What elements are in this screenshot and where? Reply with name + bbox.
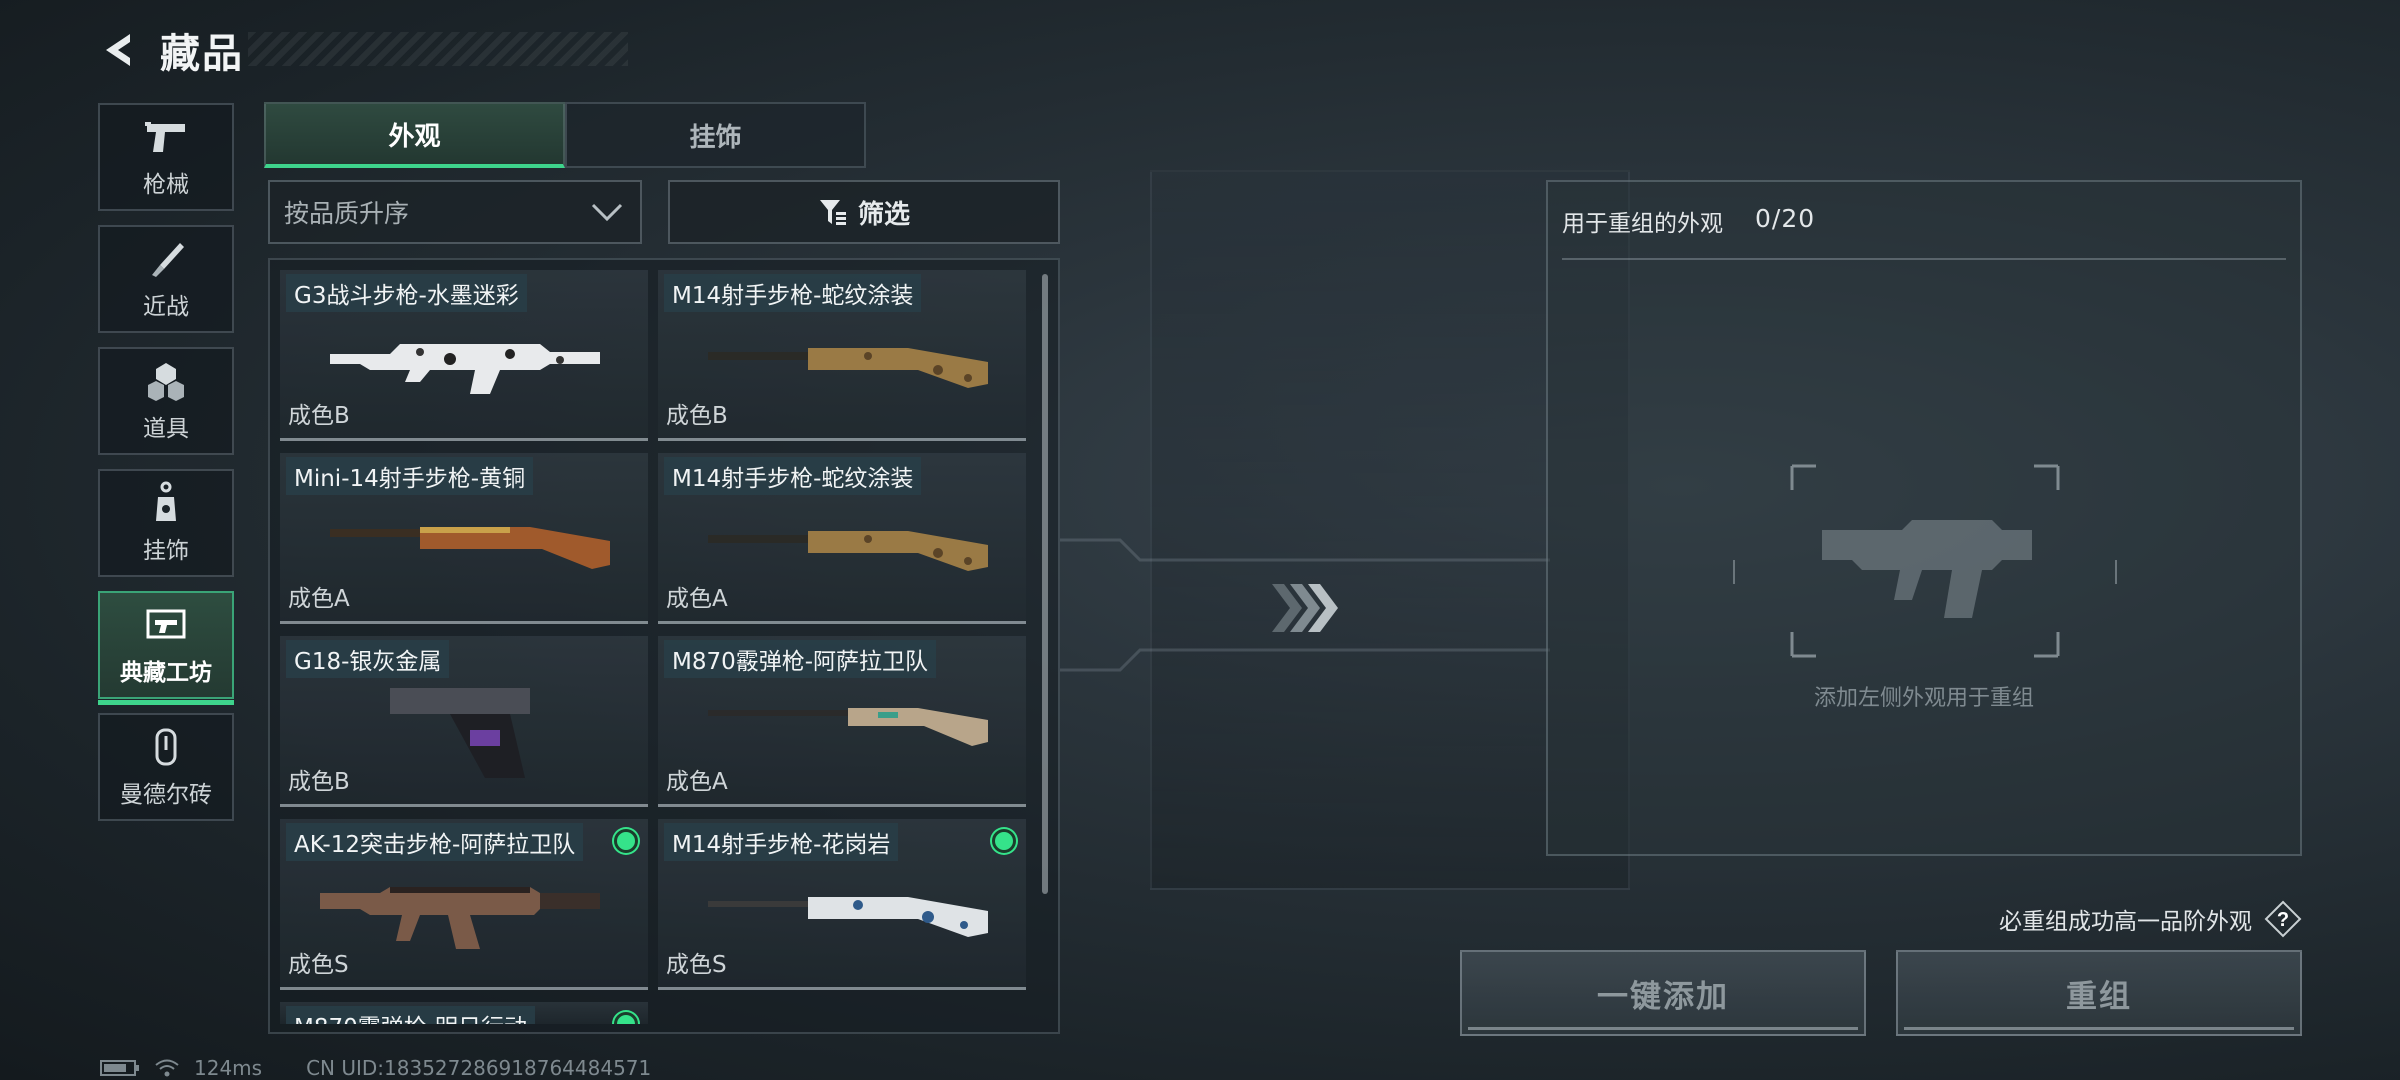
- sidebar-item-label: 典藏工坊: [120, 660, 212, 686]
- recombine-panel: 用于重组的外观 0/20 添加左侧外观用于重组: [1546, 180, 2302, 856]
- skin-grade: 成色S: [666, 952, 727, 978]
- sidebar-item-label: 挂饰: [143, 538, 189, 564]
- skin-grade: 成色A: [666, 586, 728, 612]
- sidebar-item-label: 曼德尔砖: [120, 782, 212, 808]
- recombine-placeholder-text: 添加左侧外观用于重组: [1813, 686, 2034, 711]
- pistol-silver-image: [390, 688, 530, 778]
- sidebar: 枪械 近战 道具 挂饰 典藏工坊 曼德尔砖: [98, 103, 234, 835]
- sort-dropdown[interactable]: 按品质升序: [268, 180, 642, 244]
- filter-label: 筛选: [857, 199, 910, 230]
- page-header: 藏品: [98, 22, 628, 78]
- mini14-brass-image: [330, 527, 610, 569]
- skin-grid: G3战斗步枪-水墨迷彩 成色B M14射手步枪-蛇纹涂装 成色B Mini-14…: [280, 270, 1030, 1024]
- skin-grid-panel: G3战斗步枪-水墨迷彩 成色B M14射手步枪-蛇纹涂装 成色B Mini-14…: [268, 258, 1060, 1034]
- skin-card[interactable]: M870霰弹枪-明日行动: [280, 1002, 648, 1024]
- page-title: 藏品: [160, 31, 244, 77]
- skin-grade: 成色A: [666, 769, 728, 795]
- skin-grade: 成色A: [288, 586, 350, 612]
- ak12-asara-image: [320, 887, 600, 949]
- guarantee-info: 必重组成功高一品阶外观 ?: [1999, 900, 2302, 938]
- skin-name: M870霰弹枪-明日行动: [286, 1006, 536, 1024]
- marksman-snake-image: [708, 531, 988, 571]
- marksman-snake-image: [708, 348, 988, 388]
- sidebar-item-label: 近战: [143, 294, 189, 320]
- back-button[interactable]: [98, 28, 142, 72]
- selected-indicator: [614, 829, 638, 853]
- recombine-button[interactable]: 重组: [1896, 950, 2302, 1036]
- svg-text:?: ?: [2277, 909, 2289, 931]
- ping-value: 124ms: [194, 1056, 263, 1080]
- shotgun-asara-image: [708, 708, 988, 746]
- rifle-ink-camo-image: [330, 344, 600, 394]
- chevron-down-icon: [591, 203, 623, 222]
- title-stripes: [248, 32, 628, 66]
- skin-card[interactable]: M14射手步枪-花岗岩 成色S: [658, 819, 1026, 990]
- selected-indicator: [992, 829, 1016, 853]
- workshop-icon: [146, 609, 186, 639]
- skin-grade: 成色B: [288, 403, 350, 429]
- skin-grade: 成色B: [666, 403, 728, 429]
- status-bar: 124ms CN UID:1835272869187644845​71: [100, 1056, 651, 1080]
- add-all-button[interactable]: 一键添加: [1460, 950, 1866, 1036]
- selected-indicator: [614, 1012, 638, 1024]
- wifi-icon: [155, 1059, 179, 1077]
- sidebar-item-workshop[interactable]: 典藏工坊: [98, 591, 234, 705]
- marksman-granite-image: [708, 897, 988, 937]
- sidebar-item-label: 道具: [143, 416, 189, 442]
- guarantee-text: 必重组成功高一品阶外观: [1999, 909, 2252, 935]
- player-uid: CN UID:1835272869187644845​71: [306, 1056, 652, 1080]
- sidebar-item-label: 枪械: [143, 172, 189, 198]
- knife-icon: [152, 243, 184, 277]
- filter-icon: [819, 200, 846, 225]
- tab-appearance[interactable]: 外观: [264, 102, 565, 168]
- skin-card[interactable]: M14射手步枪-蛇纹涂装 成色B: [658, 270, 1026, 441]
- charm-icon: [156, 481, 176, 521]
- sidebar-item-guns[interactable]: 枪械: [98, 103, 234, 211]
- sidebar-item-melee[interactable]: 近战: [98, 225, 234, 333]
- skin-card[interactable]: Mini-14射手步枪-黄铜 成色A: [280, 453, 648, 624]
- divider: [1562, 258, 2286, 260]
- skin-card[interactable]: M14射手步枪-蛇纹涂装 成色A: [658, 453, 1026, 624]
- triple-chevron-right-icon: [1272, 584, 1338, 632]
- skin-card[interactable]: G18-银灰金属 成色B: [280, 636, 648, 807]
- question-icon: ?: [2264, 900, 2302, 938]
- skin-card[interactable]: M870霰弹枪-阿萨拉卫队 成色A: [658, 636, 1026, 807]
- recombine-count: 0/20: [1755, 204, 1816, 233]
- help-button[interactable]: ?: [2264, 900, 2302, 938]
- skin-grade: 成色B: [288, 769, 350, 795]
- pistol-icon: [145, 122, 185, 152]
- recombine-header: 用于重组的外观 0/20: [1562, 204, 1815, 238]
- sidebar-item-props[interactable]: 道具: [98, 347, 234, 455]
- category-tabs: 外观 挂饰: [264, 102, 866, 168]
- mandel-brick-icon: [155, 728, 177, 766]
- grenade-icon: [148, 363, 184, 401]
- skin-grade: 成色S: [288, 952, 349, 978]
- sort-value: 按品质升序: [284, 199, 410, 228]
- tab-charms[interactable]: 挂饰: [565, 102, 866, 168]
- sidebar-item-mandel-brick[interactable]: 曼德尔砖: [98, 713, 234, 821]
- grid-scrollbar[interactable]: [1042, 274, 1048, 894]
- gun-placeholder-icon: [1733, 464, 2117, 658]
- skin-card[interactable]: G3战斗步枪-水墨迷彩 成色B: [280, 270, 648, 441]
- recombine-label: 用于重组的外观: [1562, 211, 1723, 237]
- battery-icon: [100, 1060, 139, 1076]
- back-arrow-icon: [106, 34, 130, 66]
- sidebar-item-charms[interactable]: 挂饰: [98, 469, 234, 577]
- skin-card[interactable]: AK-12突击步枪-阿萨拉卫队 成色S: [280, 819, 648, 990]
- filter-button[interactable]: 筛选: [668, 180, 1060, 244]
